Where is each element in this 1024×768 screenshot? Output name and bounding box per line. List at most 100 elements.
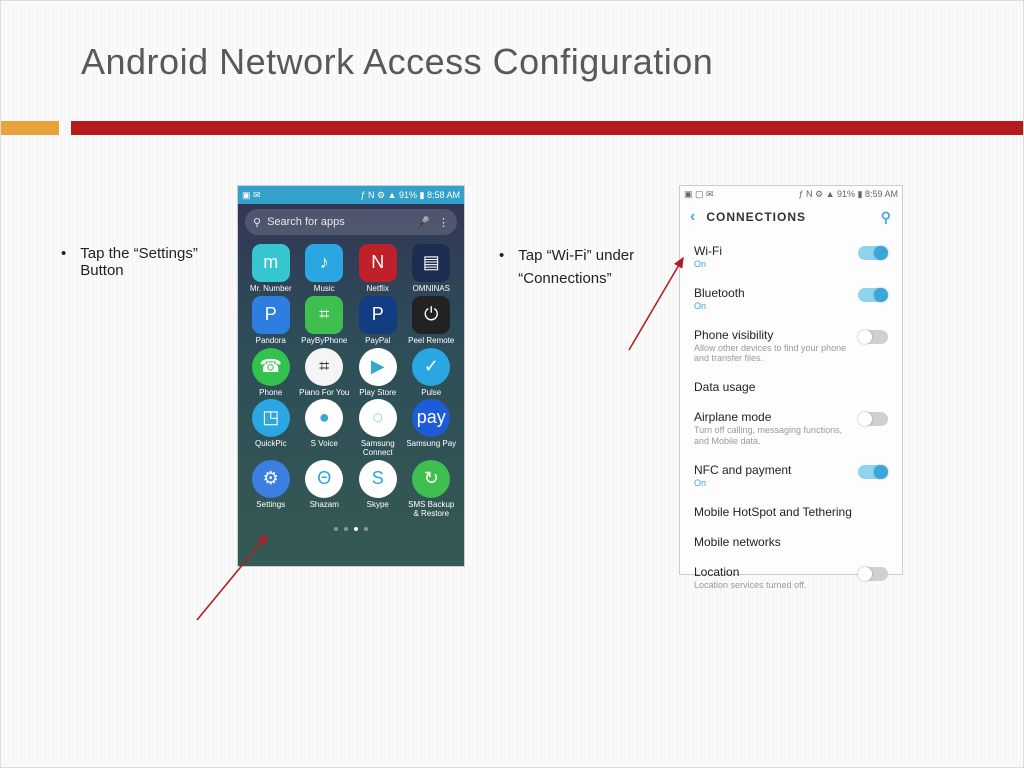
app-icon: ⌗	[305, 348, 343, 386]
setting-data-usage[interactable]: Data usage	[680, 372, 902, 402]
app-samsung-connect[interactable]: ◌Samsung Connect	[351, 399, 405, 458]
bullet-dot: •	[61, 245, 66, 575]
app-icon: S	[359, 460, 397, 498]
app-samsung-pay[interactable]: paySamsung Pay	[405, 399, 459, 458]
app-grid: mMr. Number♪ Music NNetflix▤ OMNINAS PPandor…	[238, 240, 464, 523]
app-label: SMS Backup & Restore	[405, 501, 459, 519]
app-play-store[interactable]: ▶ Play Store	[351, 348, 405, 398]
app-label: OMNINAS	[413, 285, 450, 294]
bullet-2: • Tap “Wi-Fi” under “Connections”	[465, 185, 679, 575]
slide: Android Network Access Configuration • T…	[0, 0, 1024, 768]
app-paybyphone[interactable]: ⌗PayByPhone	[298, 296, 352, 346]
app-label: Pandora	[256, 337, 286, 346]
search-icon[interactable]: ⚲	[881, 209, 892, 226]
setting-name: Mobile HotSpot and Tethering	[694, 505, 888, 519]
bullet-dot: •	[499, 245, 504, 575]
setting-sub: Allow other devices to find your phone a…	[694, 343, 858, 365]
setting-name: Phone visibility	[694, 328, 858, 342]
toggle[interactable]	[858, 246, 888, 260]
app-paypal[interactable]: PPayPal	[351, 296, 405, 346]
settings-list: Wi-FiOnBluetoothOnPhone visibilityAllow …	[680, 236, 902, 598]
setting-name: Location	[694, 565, 858, 579]
status-bar: ▣ ✉ ƒ N ⚙ ▲ 91% ▮ 8:58 AM	[238, 186, 464, 204]
app-netflix[interactable]: NNetflix	[351, 244, 405, 294]
setting-location[interactable]: LocationLocation services turned off.	[680, 557, 902, 599]
setting-sub: Turn off calling, messaging functions, a…	[694, 425, 858, 447]
app-icon: ▶	[359, 348, 397, 386]
app-phone[interactable]: ☎ Phone	[244, 348, 298, 398]
app-label: Shazam	[310, 501, 339, 510]
mic-icon[interactable]: 🎤	[416, 216, 430, 229]
app-quickpic[interactable]: ◳QuickPic	[244, 399, 298, 458]
app-icon: ⚙	[252, 460, 290, 498]
phone-connections-screen: ▣ ▢ ✉ ƒ N ⚙ ▲ 91% ▮ 8:59 AM ‹ CONNECTION…	[679, 185, 903, 575]
app-icon: ●	[305, 399, 343, 437]
toggle[interactable]	[858, 465, 888, 479]
app-icon: ♪	[305, 244, 343, 282]
app-music[interactable]: ♪ Music	[298, 244, 352, 294]
app-mr-number[interactable]: mMr. Number	[244, 244, 298, 294]
app-icon: ◳	[252, 399, 290, 437]
slide-title: Android Network Access Configuration	[81, 41, 1023, 83]
title-area: Android Network Access Configuration	[1, 1, 1023, 103]
toggle[interactable]	[858, 412, 888, 426]
app-icon: ↻	[412, 460, 450, 498]
divider-main	[71, 121, 1023, 135]
app-skype[interactable]: S Skype	[351, 460, 405, 519]
setting-name: Mobile networks	[694, 535, 888, 549]
setting-airplane-mode[interactable]: Airplane modeTurn off calling, messaging…	[680, 402, 902, 455]
arrow-to-wifi	[621, 250, 711, 360]
toggle[interactable]	[858, 567, 888, 581]
app-icon: ▤	[412, 244, 450, 282]
setting-name: Bluetooth	[694, 286, 858, 300]
setting-mobile-networks[interactable]: Mobile networks	[680, 527, 902, 557]
setting-nfc-and-payment[interactable]: NFC and paymentOn	[680, 455, 902, 497]
app-label: Music	[314, 285, 335, 294]
status-right: ƒ N ⚙ ▲ 91% ▮ 8:58 AM	[361, 190, 460, 201]
app-pandora[interactable]: PPandora	[244, 296, 298, 346]
app-s-voice[interactable]: ● S Voice	[298, 399, 352, 458]
setting-bluetooth[interactable]: BluetoothOn	[680, 278, 902, 320]
setting-sub: On	[694, 478, 858, 489]
header-title: CONNECTIONS	[706, 210, 806, 224]
app-shazam[interactable]: ΘShazam	[298, 460, 352, 519]
app-label: Play Store	[359, 389, 396, 398]
app-icon: ☎	[252, 348, 290, 386]
app-piano-for-you[interactable]: ⌗Piano For You	[298, 348, 352, 398]
setting-name: Airplane mode	[694, 410, 858, 424]
app-icon: ✓	[412, 348, 450, 386]
app-label: Samsung Connect	[351, 440, 405, 458]
app-label: PayByPhone	[301, 337, 347, 346]
app-label: S Voice	[311, 440, 338, 449]
status-left: ▣ ✉	[242, 190, 261, 201]
app-settings[interactable]: ⚙ Settings	[244, 460, 298, 519]
app-label: Phone	[259, 389, 282, 398]
connections-header: ‹ CONNECTIONS ⚲	[680, 202, 902, 236]
setting-wi-fi[interactable]: Wi-FiOn	[680, 236, 902, 278]
phone-home-screen: ▣ ✉ ƒ N ⚙ ▲ 91% ▮ 8:58 AM ⚲ Search for a…	[237, 185, 465, 567]
app-label: Skype	[367, 501, 389, 510]
more-icon[interactable]: ⋮	[438, 216, 449, 229]
app-peel-remote[interactable]: ⏻Peel Remote	[405, 296, 459, 346]
app-sms-backup-restore[interactable]: ↻ SMS Backup & Restore	[405, 460, 459, 519]
app-label: Peel Remote	[408, 337, 454, 346]
app-pulse[interactable]: ✓Pulse	[405, 348, 459, 398]
app-icon: m	[252, 244, 290, 282]
status-left: ▣ ▢ ✉	[684, 189, 714, 200]
setting-sub: On	[694, 259, 858, 270]
setting-phone-visibility[interactable]: Phone visibilityAllow other devices to f…	[680, 320, 902, 373]
divider	[1, 121, 1023, 135]
app-icon: pay	[412, 399, 450, 437]
setting-mobile-hotspot-and-tethering[interactable]: Mobile HotSpot and Tethering	[680, 497, 902, 527]
app-omninas[interactable]: ▤ OMNINAS	[405, 244, 459, 294]
app-label: Settings	[256, 501, 285, 510]
divider-accent	[1, 121, 59, 135]
search-bar[interactable]: ⚲ Search for apps 🎤 ⋮	[245, 209, 457, 235]
back-icon[interactable]: ‹	[690, 208, 696, 226]
app-label: PayPal	[365, 337, 390, 346]
toggle[interactable]	[858, 330, 888, 344]
toggle[interactable]	[858, 288, 888, 302]
search-icon: ⚲	[253, 216, 261, 229]
setting-name: Wi-Fi	[694, 244, 858, 258]
app-label: Netflix	[367, 285, 389, 294]
